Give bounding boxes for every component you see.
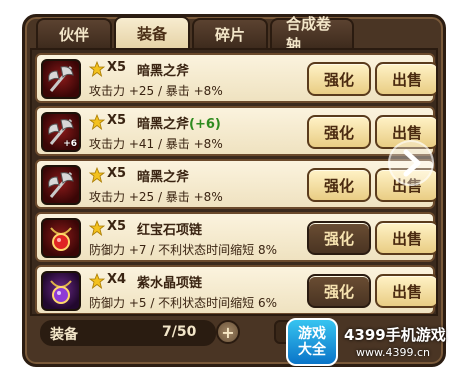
list-item[interactable]: X4 紫水晶项链 防御力 +5 / 不利状态时间缩短 6% 强化 出售 bbox=[35, 265, 436, 314]
item-name: 暗黑之斧 bbox=[137, 117, 190, 132]
star-icon bbox=[89, 114, 105, 130]
item-stats: 攻击力 +41 / 暴击 +8% bbox=[89, 137, 223, 151]
upgrade-button[interactable]: 强化 bbox=[307, 168, 371, 202]
item-stats: 攻击力 +25 / 暴击 +8% bbox=[89, 190, 223, 204]
sell-button[interactable]: 出售 bbox=[375, 274, 436, 308]
item-bonus: (+6) bbox=[189, 117, 221, 132]
inventory-capacity: 装备 7/50 bbox=[40, 320, 216, 346]
site-watermark: 游戏 大全 4399手机游戏 www.4399.cn bbox=[286, 318, 446, 368]
ruby-necklace-icon[interactable] bbox=[41, 218, 81, 258]
axe-icon[interactable] bbox=[41, 165, 81, 205]
item-count: X5 bbox=[107, 219, 127, 234]
item-stats: 防御力 +5 / 不利状态时间缩短 6% bbox=[89, 296, 278, 310]
watermark-site-name: 4399手机游戏 bbox=[344, 326, 446, 344]
sell-button[interactable]: 出售 bbox=[375, 221, 436, 255]
list-item[interactable]: X5 暗黑之斧 攻击力 +25 / 暴击 +8% 强化 出售 bbox=[35, 159, 436, 209]
item-name: 红宝石项链 bbox=[137, 223, 203, 238]
capacity-count: 7/50 bbox=[162, 324, 197, 340]
item-stats: 防御力 +7 / 不利状态时间缩短 8% bbox=[89, 243, 278, 257]
item-count: X5 bbox=[107, 60, 127, 75]
inventory-label: 装备 bbox=[50, 327, 78, 343]
list-item[interactable]: X5 红宝石项链 防御力 +7 / 不利状态时间缩短 8% 强化 出售 bbox=[35, 212, 436, 262]
sell-button[interactable]: 出售 bbox=[375, 62, 436, 96]
star-icon bbox=[89, 220, 105, 236]
enhance-level-badge: +6 bbox=[63, 139, 77, 149]
upgrade-button[interactable]: 强化 bbox=[307, 274, 371, 308]
tab-equipment[interactable]: 装备 bbox=[114, 16, 190, 48]
expand-capacity-button[interactable]: + bbox=[216, 320, 240, 344]
equipment-list[interactable]: X5 暗黑之斧 攻击力 +25 / 暴击 +8% 强化 出售 +6 X5 暗黑之… bbox=[30, 48, 438, 316]
item-name: 紫水晶项链 bbox=[137, 276, 203, 291]
star-icon bbox=[89, 167, 105, 183]
item-count: X4 bbox=[107, 272, 127, 287]
star-icon bbox=[89, 273, 105, 289]
next-page-arrow-icon[interactable] bbox=[388, 140, 434, 186]
axe-icon[interactable]: +6 bbox=[41, 112, 81, 152]
list-item[interactable]: +6 X5 暗黑之斧(+6) 攻击力 +41 / 暴击 +8% 强化 出售 bbox=[35, 106, 436, 156]
star-icon bbox=[89, 61, 105, 77]
tab-partners[interactable]: 伙伴 bbox=[36, 18, 112, 48]
watermark-url: www.4399.cn bbox=[356, 346, 430, 359]
list-item[interactable]: X5 暗黑之斧 攻击力 +25 / 暴击 +8% 强化 出售 bbox=[35, 53, 436, 103]
upgrade-button[interactable]: 强化 bbox=[307, 221, 371, 255]
upgrade-button[interactable]: 强化 bbox=[307, 115, 371, 149]
item-name: 暗黑之斧 bbox=[137, 64, 190, 79]
item-name: 暗黑之斧 bbox=[137, 170, 190, 185]
tab-synthesis-scrolls[interactable]: 合成卷轴 bbox=[270, 15, 354, 54]
tab-fragments[interactable]: 碎片 bbox=[192, 18, 268, 48]
item-stats: 攻击力 +25 / 暴击 +8% bbox=[89, 84, 223, 98]
watermark-logo: 游戏 大全 bbox=[286, 318, 338, 366]
amethyst-necklace-icon[interactable] bbox=[41, 271, 81, 311]
axe-icon[interactable] bbox=[41, 59, 81, 99]
item-count: X5 bbox=[107, 166, 127, 181]
tab-bar: 伙伴 装备 碎片 合成卷轴 bbox=[36, 15, 354, 54]
upgrade-button[interactable]: 强化 bbox=[307, 62, 371, 96]
item-count: X5 bbox=[107, 113, 127, 128]
